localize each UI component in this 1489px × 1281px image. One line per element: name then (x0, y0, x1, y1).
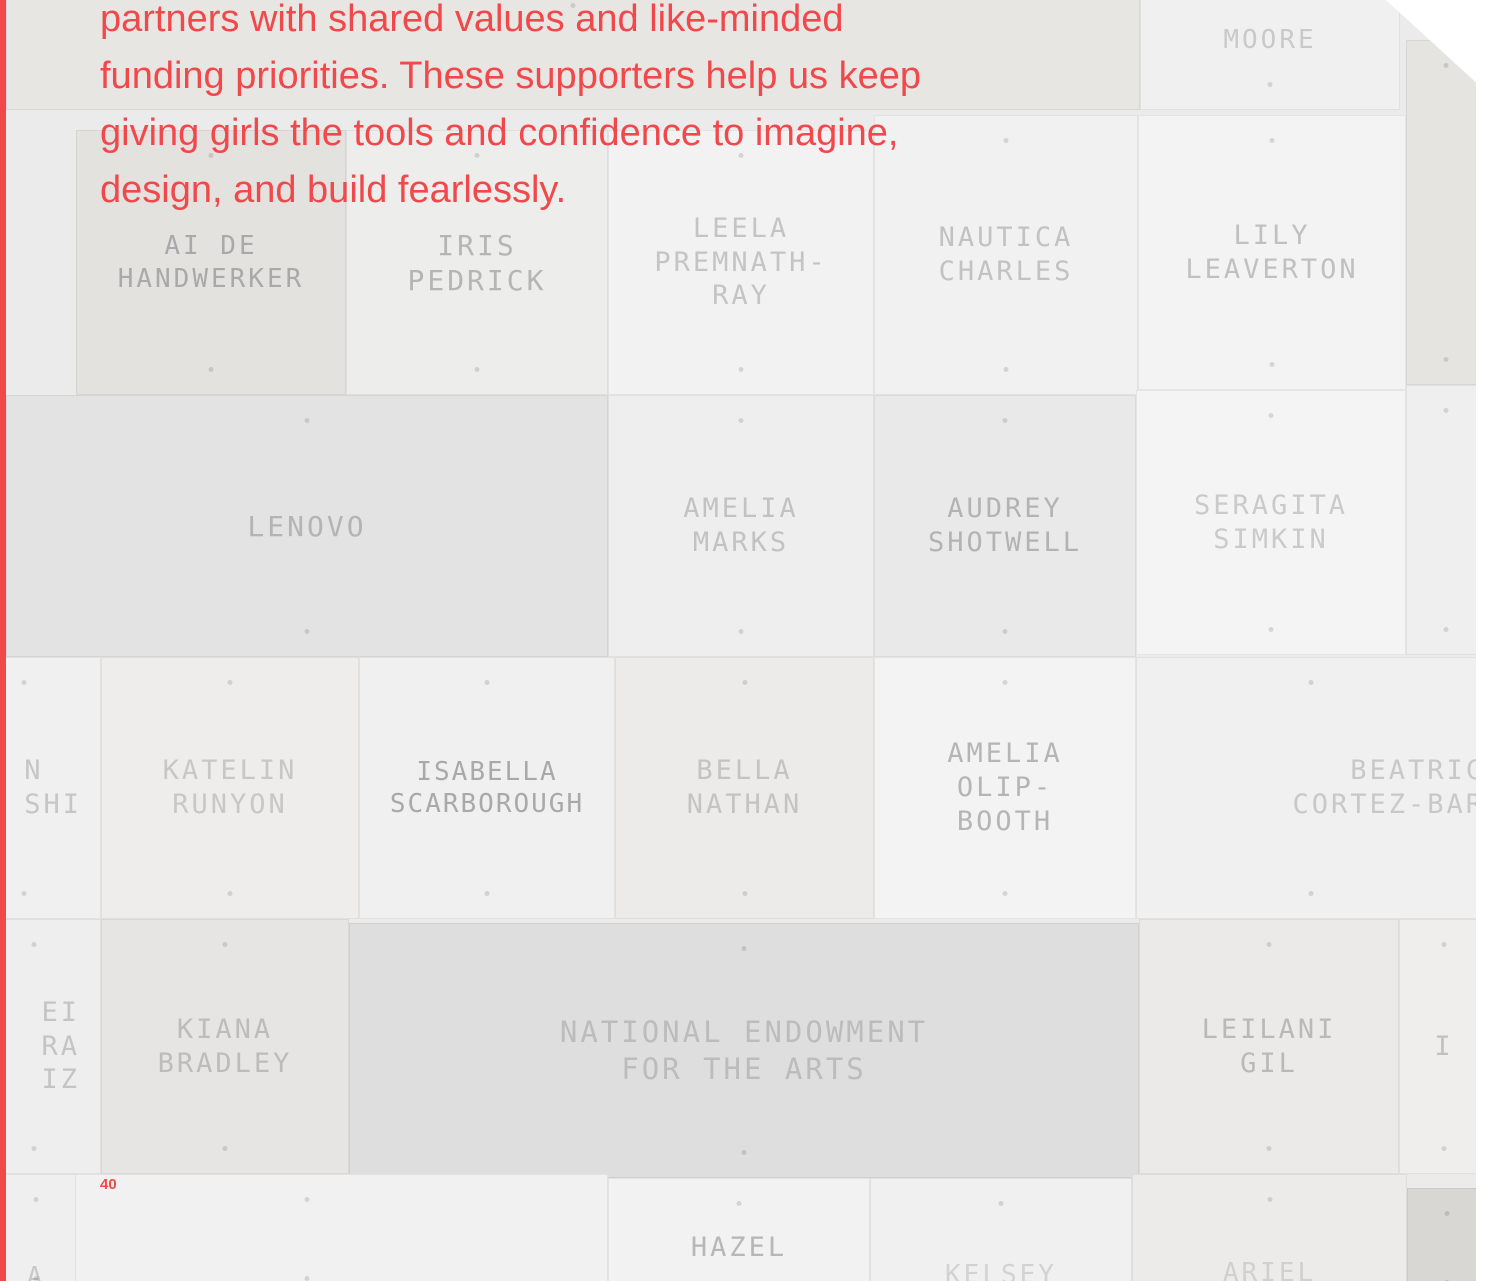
intro-line: partners with shared values and like-min… (100, 0, 844, 40)
plaque-amelia-marks: AMELIA MARKS (608, 395, 874, 657)
plaque-lenovo: LENOVO (6, 395, 608, 657)
plaque-lily-leaverton: LILY LEAVERTON (1138, 115, 1406, 390)
intro-paragraph: partners with shared values and like-min… (100, 0, 1140, 219)
plaque-right-edge-1 (1406, 40, 1476, 385)
plaque-hazel: HAZEL (608, 1178, 870, 1281)
page-number: 40 (100, 1176, 117, 1193)
plaque-isabella-scarborough: ISABELLA SCARBOROUGH (359, 657, 615, 919)
plaque-ei-ra-iz: EI RA IZ (6, 919, 101, 1174)
plaque-audrey-shotwell: AUDREY SHOTWELL (874, 395, 1136, 657)
plaque-katelin-runyon: KATELIN RUNYON (101, 657, 359, 919)
intro-line: design, and build fearlessly. (100, 169, 567, 211)
plaque-kelsey: KELSEY (870, 1178, 1132, 1281)
plaque-right-bottom (1407, 1188, 1476, 1281)
plaque-n-shi: N SHI (6, 657, 101, 919)
plaque-seragita-simkin: SERAGITA SIMKIN (1136, 390, 1406, 655)
plaque-a: A (6, 1174, 76, 1281)
plaque-kiana-bradley: KIANA BRADLEY (101, 919, 349, 1174)
plaque-i: I (1399, 919, 1476, 1174)
plaque-national-endowment-for-the-arts: NATIONAL ENDOWMENT FOR THE ARTS (349, 923, 1139, 1178)
intro-line: funding priorities. These supporters hel… (100, 55, 922, 97)
intro-line: giving girls the tools and confidence to… (100, 112, 899, 154)
plaque-right-edge-2 (1406, 385, 1476, 655)
plaque-bella-nathan: BELLA NATHAN (615, 657, 874, 919)
plaque-beatric-cortez-bar: BEATRIC CORTEZ-BAR (1136, 657, 1476, 919)
plaque-amelia-olip-booth: AMELIA OLIP- BOOTH (874, 657, 1136, 919)
plaque-bottom-left (6, 1174, 608, 1281)
plaque-leilani-gil: LEILANI GIL (1139, 919, 1399, 1174)
plaque-moore: MOORE (1140, 0, 1400, 110)
plaque-ariel: ARIEL (1132, 1174, 1407, 1281)
